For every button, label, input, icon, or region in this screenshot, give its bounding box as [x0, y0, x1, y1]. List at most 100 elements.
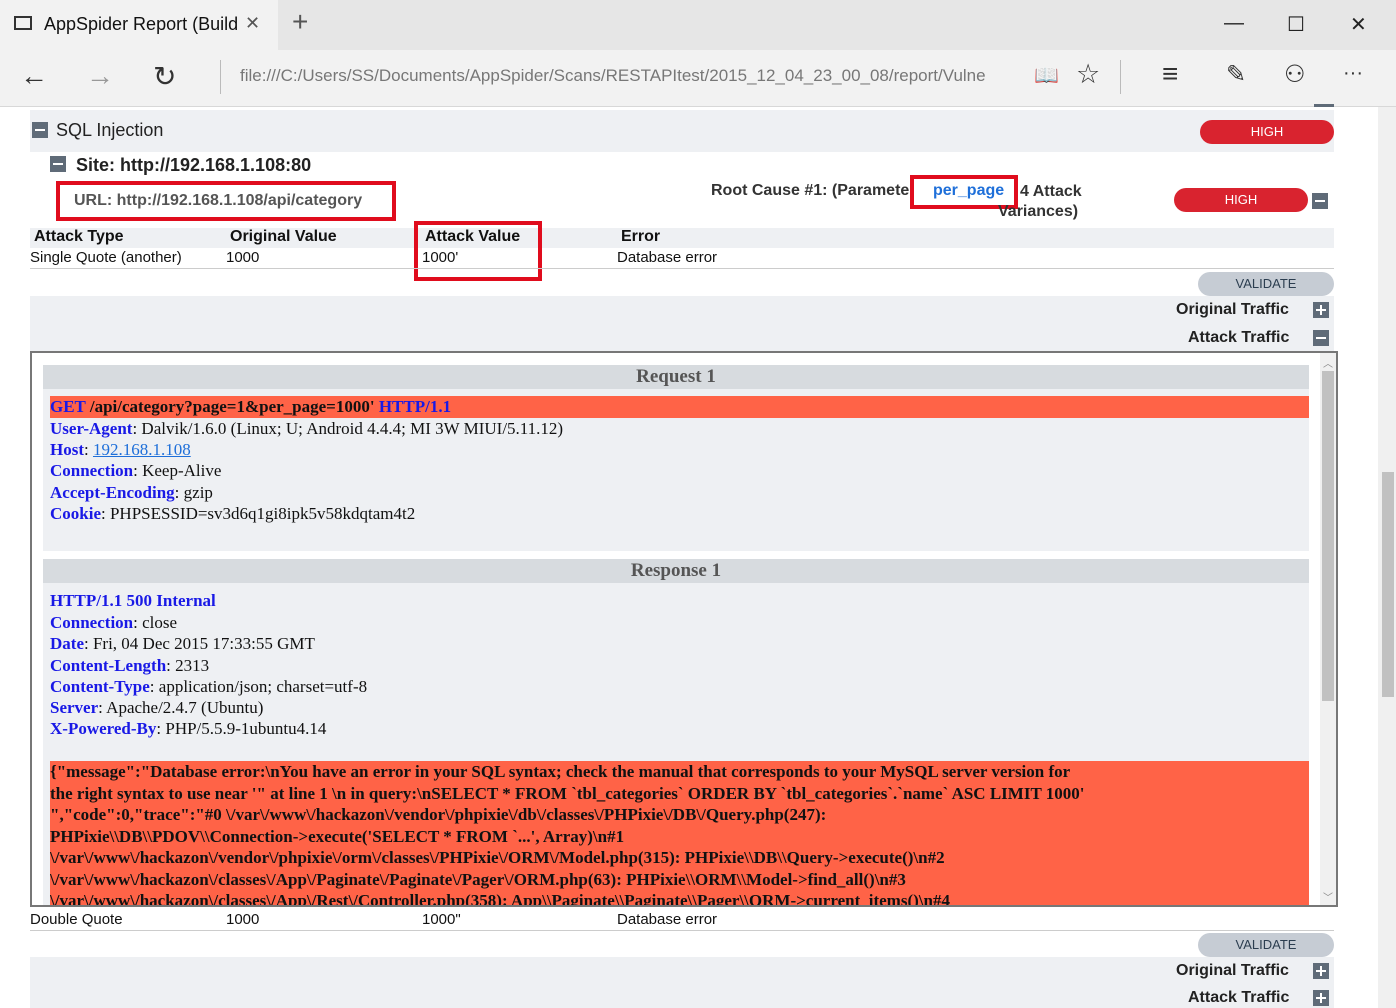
body-line: PHPixie\\DB\\PDOV\\Connection->execute('… [50, 826, 625, 846]
collapse-vuln-icon[interactable] [32, 122, 48, 138]
original-traffic-label[interactable]: Original Traffic [1176, 962, 1289, 980]
tab-bar: AppSpider Report (Build ✕ + — ☐ ✕ [0, 0, 1396, 50]
collapse-attack-traffic-icon[interactable] [1313, 330, 1329, 346]
request-header-user-agent: User-Agent: Dalvik/1.6.0 (Linux; U; Andr… [50, 419, 563, 439]
root-cause-suffix: 4 Attack Variances) [998, 183, 1082, 220]
header-value: : 2313 [166, 656, 210, 675]
expand-original-traffic-icon[interactable] [1313, 302, 1329, 318]
host-separator: : [84, 440, 93, 459]
header-value: : PHPSESSID=sv3d6q1gi8ipk5v58kdqtam4t2 [101, 504, 416, 523]
traffic-scrollbar[interactable]: ︿ ﹀ [1320, 353, 1336, 905]
table-row-original: 1000 [226, 911, 260, 928]
row-actions [30, 296, 1334, 351]
table-row-attack: 1000' [422, 249, 459, 266]
favorite-icon[interactable]: ☆ [1076, 59, 1100, 90]
response-header-server: Server: Apache/2.4.7 (Ubuntu) [50, 698, 263, 718]
vulnerability-header [30, 110, 1334, 152]
table-row-error: Database error [617, 911, 718, 928]
url-label: URL: http://192.168.1.108/api/category [74, 192, 363, 209]
body-line: \/var\/www\/hackazon\/vendor\/phpixie\/o… [50, 848, 945, 867]
header-name: Cookie [50, 504, 101, 523]
attack-traffic-label[interactable]: Attack Traffic [1188, 989, 1289, 1007]
header-name: Accept-Encoding [50, 483, 175, 502]
table-row-original: 1000 [226, 249, 260, 266]
header-value: : close [133, 613, 178, 632]
body-line: \/var\/www\/hackazon\/classes\/App\/Pagi… [50, 869, 906, 889]
param-link[interactable]: per_page [933, 182, 1004, 200]
response-header-date: Date: Fri, 04 Dec 2015 17:33:55 GMT [50, 634, 315, 654]
table-header-row [30, 228, 1334, 248]
header-value: : Dalvik/1.6.0 (Linux; U; Android 4.4.4;… [132, 419, 564, 438]
request-line: GET /api/category?page=1&per_page=1000' … [50, 396, 1309, 418]
share-icon[interactable]: ⚇ [1284, 60, 1306, 89]
row-divider [30, 930, 1334, 931]
refresh-icon[interactable]: ↻ [153, 60, 176, 93]
forward-icon[interactable]: → [86, 60, 114, 92]
page-scrollbar-thumb[interactable] [1382, 472, 1394, 697]
response-body: {"message":"Database error:\nYou have an… [50, 761, 1309, 905]
body-line: {"message":"Database error:\nYou have an… [50, 762, 1071, 781]
root-cause-prefix: Root Cause #1: (Parameter: [711, 182, 921, 199]
reading-view-icon[interactable]: 📖 [1034, 63, 1059, 88]
request-header-connection: Connection: Keep-Alive [50, 461, 221, 481]
traffic-scrollbar-thumb[interactable] [1322, 371, 1334, 701]
maximize-icon[interactable]: ☐ [1287, 12, 1305, 37]
body-line: ","code":0,"trace":"#0 \/var\/www\/hacka… [50, 805, 827, 824]
row-divider [30, 268, 1334, 269]
severity-badge: HIGH [1200, 120, 1334, 144]
tab-close-icon[interactable]: ✕ [245, 13, 260, 34]
minimize-icon[interactable]: — [1224, 12, 1244, 35]
response-status: HTTP/1.1 500 Internal [50, 591, 216, 610]
new-tab-icon[interactable]: + [292, 6, 308, 38]
table-row-attack-type: Double Quote [30, 911, 123, 928]
web-note-icon[interactable]: ✎ [1226, 60, 1246, 89]
collapse-root-cause-icon[interactable] [1312, 193, 1328, 209]
vuln-title: SQL Injection [56, 120, 164, 140]
scroll-down-icon[interactable]: ﹀ [1323, 889, 1333, 904]
header-name: Host [50, 440, 84, 459]
header-name: Connection [50, 461, 134, 480]
request-header-accept-encoding: Accept-Encoding: gzip [50, 483, 213, 503]
table-row-error: Database error [617, 249, 718, 266]
scroll-up-icon[interactable]: ︿ [1323, 355, 1333, 370]
hub-icon[interactable]: ≡ [1162, 58, 1178, 90]
table-row-attack: 1000" [422, 911, 461, 928]
header-name: Date [50, 634, 84, 653]
validate-button[interactable]: VALIDATE [1198, 272, 1334, 296]
validate-button[interactable]: VALIDATE [1198, 933, 1334, 957]
header-original-value: Original Value [230, 228, 337, 245]
body-line: the right syntax to use near '" at line … [50, 783, 1085, 803]
header-name: Content-Type [50, 677, 150, 696]
original-traffic-label[interactable]: Original Traffic [1176, 301, 1289, 319]
request-header-host: Host: 192.168.1.108 [50, 440, 191, 460]
response-heading: Response 1 [43, 559, 1309, 583]
host-link[interactable]: 192.168.1.108 [93, 440, 191, 459]
header-name: Server [50, 698, 99, 717]
response-header-x-powered-by: X-Powered-By: PHP/5.5.9-1ubuntu4.14 [50, 719, 326, 739]
header-name: User-Agent [50, 419, 133, 438]
header-attack-type: Attack Type [34, 228, 124, 245]
site-label: Site: http://192.168.1.108:80 [76, 155, 312, 175]
top-edge-divider [1314, 104, 1334, 107]
window-close-icon[interactable]: ✕ [1350, 12, 1367, 37]
attack-traffic-label[interactable]: Attack Traffic [1188, 329, 1289, 347]
tab-title: AppSpider Report (Build [44, 14, 239, 34]
request-heading: Request 1 [43, 365, 1309, 389]
header-value: : Fri, 04 Dec 2015 17:33:55 GMT [83, 634, 315, 653]
more-icon[interactable]: ··· [1343, 62, 1363, 85]
page-scrollbar[interactable] [1378, 107, 1396, 1008]
collapse-site-icon[interactable] [50, 156, 66, 172]
header-value: : application/json; charset=utf-8 [149, 677, 368, 696]
response-header-content-length: Content-Length: 2313 [50, 656, 209, 676]
attack-traffic-frame: ︿ ﹀ Request 1 GET /api/category?page=1&p… [30, 351, 1338, 907]
header-value: : Keep-Alive [133, 461, 222, 480]
expand-original-traffic-icon[interactable] [1313, 963, 1329, 979]
browser-tab[interactable]: AppSpider Report (Build ✕ [0, 0, 278, 50]
request-method: GET [50, 397, 86, 416]
expand-attack-traffic-icon[interactable] [1313, 990, 1329, 1006]
row-actions [30, 957, 1334, 1008]
response-header-connection: Connection: close [50, 613, 177, 633]
address-bar[interactable]: file:///C:/Users/SS/Documents/AppSpider/… [240, 66, 986, 86]
back-icon[interactable]: ← [20, 60, 48, 92]
table-row-attack-type: Single Quote (another) [30, 249, 182, 266]
